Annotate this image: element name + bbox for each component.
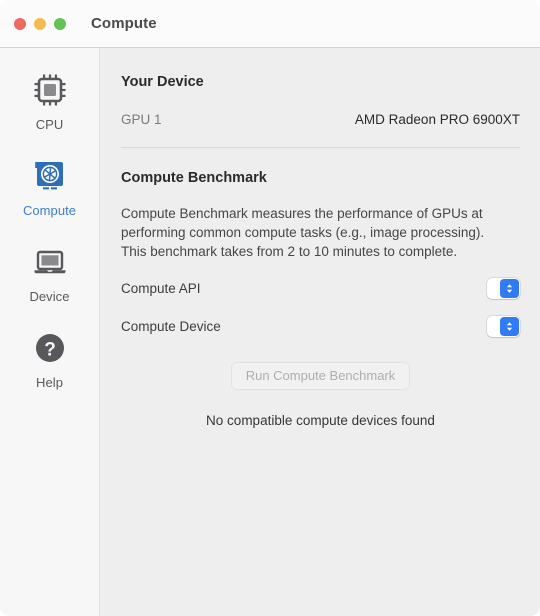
content-area: Your Device GPU 1 AMD Radeon PRO 6900XT … (101, 48, 540, 616)
sidebar-item-compute[interactable]: Compute (0, 148, 99, 222)
compute-device-dropdown[interactable] (487, 316, 520, 337)
compute-api-dropdown[interactable] (487, 278, 520, 299)
minimize-button[interactable] (34, 17, 46, 30)
app-window: Compute CPU Compute Device ? Help Your D… (0, 0, 540, 616)
compute-device-label: Compute Device (121, 319, 221, 334)
gpu-row-label: GPU 1 (121, 112, 162, 127)
section-divider (121, 147, 520, 148)
benchmark-description: Compute Benchmark measures the performan… (121, 206, 485, 259)
gpu-row: GPU 1 AMD Radeon PRO 6900XT (121, 112, 520, 127)
run-button-container: Run Compute Benchmark (121, 362, 520, 390)
compute-api-label: Compute API (121, 281, 201, 296)
compute-benchmark-heading: Compute Benchmark (121, 170, 267, 186)
sidebar-item-label: Help (36, 375, 63, 390)
title-bar: Compute (0, 0, 540, 48)
chevron-up-down-icon (500, 279, 519, 298)
question-mark-circle-icon: ? (28, 326, 72, 370)
sidebar-item-label: Compute (22, 203, 77, 218)
cpu-chip-icon (28, 68, 72, 112)
compute-device-row: Compute Device (121, 316, 520, 337)
svg-text:?: ? (44, 339, 56, 360)
sidebar-item-device[interactable]: Device (0, 234, 99, 308)
sidebar-item-label: CPU (35, 117, 64, 132)
sidebar: CPU Compute Device ? Help (0, 48, 100, 616)
sidebar-item-label: Device (29, 289, 70, 304)
your-device-heading: Your Device (121, 74, 204, 90)
chevron-up-down-icon (500, 317, 519, 336)
window-title: Compute (91, 15, 157, 32)
sidebar-item-help[interactable]: ? Help (0, 320, 99, 394)
close-button[interactable] (14, 17, 26, 30)
sidebar-item-cpu[interactable]: CPU (0, 62, 99, 136)
laptop-icon (28, 240, 72, 284)
traffic-light-group (14, 17, 66, 30)
zoom-button[interactable] (54, 17, 66, 30)
run-compute-benchmark-button[interactable]: Run Compute Benchmark (230, 362, 411, 390)
compute-api-row: Compute API (121, 278, 520, 299)
status-message: No compatible compute devices found (206, 413, 435, 428)
gpu-aperture-icon (28, 154, 72, 198)
gpu-row-value: AMD Radeon PRO 6900XT (354, 112, 520, 127)
